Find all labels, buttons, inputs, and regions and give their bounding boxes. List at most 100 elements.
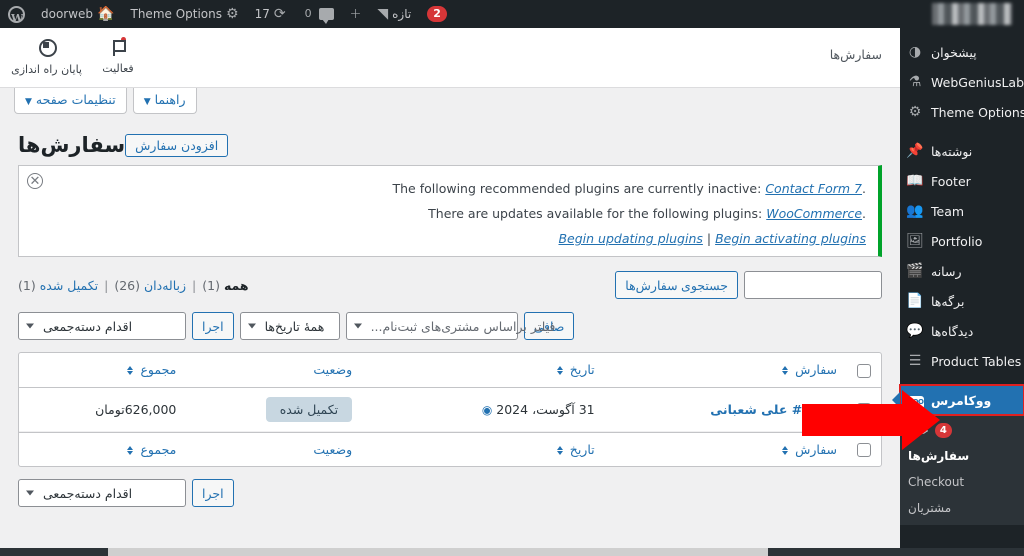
screen-options-button[interactable]: تنظیمات صفحه▼ [14, 88, 127, 114]
adminbar-theme-options[interactable]: ⚙ Theme Options [123, 0, 247, 28]
adminbar-comments[interactable]: 0 [294, 0, 342, 28]
bulk-action-select-bottom[interactable]: اقدام دسته‌جمعی [18, 479, 186, 507]
bulk-action-label: اقدام دسته‌جمعی [43, 318, 133, 334]
notice-actions: Begin updating plugins | Begin activatin… [31, 226, 866, 251]
sidebar-item-label: Product Tables [931, 353, 1022, 369]
sidebar-subitem-badge: 4 [934, 422, 952, 438]
sidebar-item-woocommerce[interactable]: WOO ووکامرس [899, 384, 1024, 416]
add-order-button[interactable]: افزودن سفارش [125, 133, 229, 157]
wizard-title: سفارش‌ها [829, 47, 882, 62]
home-icon: 🏠 [97, 6, 115, 22]
adminbar-notifications[interactable]: 2 [419, 0, 455, 28]
status-link-trash[interactable]: زباله‌دان [144, 278, 186, 293]
chevron-down-icon [26, 323, 34, 329]
status-link-all[interactable]: همه [224, 278, 249, 293]
notice-action-separator: | [706, 231, 712, 246]
cell-order: #2064 علی شعبانی [604, 388, 847, 432]
tablenav-bottom: اقدام دسته‌جمعی اجرا [18, 477, 882, 509]
sidebar-subitem-customers[interactable]: مشتریان [900, 495, 1024, 521]
sidebar-separator-1 [900, 127, 1024, 136]
date-filter-label: همهٔ تاریخ‌ها [264, 318, 325, 334]
column-header-order-label: سفارش [795, 362, 837, 378]
orders-table-foot: سفارش تاریخ وضعیت مجموع [19, 431, 881, 467]
begin-activating-plugins-link[interactable]: Begin activating plugins [715, 231, 866, 246]
date-filter-select[interactable]: همهٔ تاریخ‌ها [239, 312, 340, 340]
sidebar-subitem-orders[interactable]: سفارش‌ها [900, 443, 1024, 469]
plugin-notice: ✕ The following recommended plugins are … [18, 165, 882, 257]
adminbar-yoast-label: تازه [392, 7, 412, 21]
row-select-cell [847, 388, 881, 432]
adminbar-wp-logo[interactable] [0, 0, 33, 33]
sidebar-item-pages[interactable]: 📄 برگه‌ها [900, 286, 1024, 316]
adminbar-yoast[interactable]: تازه ◥ [369, 0, 419, 28]
status-link-completed[interactable]: تکمیل شده [40, 278, 98, 293]
sidebar-item-portfolio[interactable]: 🖼 Portfolio [900, 226, 1024, 256]
column-header-order[interactable]: سفارش [604, 353, 847, 388]
page-icon: 📄 [906, 293, 924, 309]
screen-options-label: تنظیمات صفحه [35, 92, 116, 107]
apply-bulk-action-button-bottom[interactable]: اجرا [192, 479, 234, 507]
apply-bulk-action-button-top[interactable]: اجرا [192, 312, 234, 340]
begin-updating-plugins-link[interactable]: Begin updating plugins [558, 231, 702, 246]
sidebar-item-media[interactable]: 🎬 رسانه [900, 256, 1024, 286]
adminbar-site-name[interactable]: 🏠 doorweb [33, 0, 123, 28]
help-button[interactable]: راهنما▼ [132, 88, 197, 114]
notice-line-1-text: The following recommended plugins are cu… [392, 181, 762, 196]
adminbar-updates[interactable]: ⟳ 17 [247, 0, 294, 28]
row-checkbox[interactable] [857, 402, 871, 417]
sidebar-subitem-label: سفارش‌ها [908, 449, 970, 463]
adminbar-account-blurred[interactable] [924, 0, 1024, 28]
chevron-down-icon [247, 323, 256, 329]
select-all-checkbox-bottom[interactable] [857, 443, 871, 457]
customer-filter-label: فیلتر براساس مشتری‌های ثبت‌نام... [370, 318, 556, 334]
select-all-checkbox-top[interactable] [857, 363, 871, 378]
wizard-step-finish-setup[interactable]: پایان راه اندازی [11, 39, 82, 76]
sidebar-item-team[interactable]: 👥 Team [900, 196, 1024, 226]
eye-icon[interactable]: ◉ [482, 403, 492, 417]
horizontal-scrollbar[interactable] [0, 548, 1024, 556]
dashboard-icon: ◑ [908, 44, 922, 60]
sidebar-item-product-tables[interactable]: ☰ Product Tables [900, 346, 1024, 376]
search-box: جستجوی سفارش‌ها [615, 271, 882, 299]
column-header-date[interactable]: تاریخ [362, 353, 605, 388]
users-icon: 👥 [906, 203, 924, 219]
customer-filter-select[interactable]: فیلتر براساس مشتری‌های ثبت‌نام... [345, 312, 555, 340]
scrollbar-thumb[interactable] [108, 548, 768, 556]
column-footer-order[interactable]: سفارش [604, 431, 847, 467]
admin-bar: 🏠 doorweb ⚙ Theme Options ⟳ 17 0 + تازه … [0, 0, 1024, 33]
adminbar-theme-options-label: Theme Options [130, 7, 223, 21]
bulk-action-select-top[interactable]: اقدام دسته‌جمعی [18, 312, 186, 340]
search-orders-button[interactable]: جستجوی سفارش‌ها [615, 271, 738, 299]
status-links: همه (1) | زباله‌دان (26) | تکمیل شده (1) [18, 278, 249, 293]
close-icon[interactable]: ✕ [27, 173, 43, 189]
search-input[interactable] [744, 271, 882, 299]
column-footer-total[interactable]: مجموع [19, 431, 187, 467]
column-footer-total-label: مجموع [140, 441, 177, 457]
wizard-step-activity[interactable]: فعالیت [84, 37, 152, 76]
sidebar-subitem-checkout[interactable]: Checkout [900, 469, 1024, 495]
contact-form-7-link[interactable]: Contact Form 7 [765, 181, 862, 196]
adminbar-comments-count: 0 [304, 7, 312, 20]
sidebar-item-posts[interactable]: 📌 نوشته‌ها [900, 136, 1024, 166]
order-link[interactable]: #2064 علی شعبانی [710, 402, 837, 417]
scrollbar-left-cap [0, 548, 108, 556]
sidebar-item-theme-options[interactable]: ⚙ Theme Options [900, 97, 1024, 127]
sidebar-item-label: Footer [931, 173, 971, 189]
sidebar-subitem-label: خانه [908, 423, 929, 437]
notice-line-2-text: There are updates available for the foll… [428, 206, 763, 221]
clock-icon [14, 39, 82, 62]
order-date: 31 آگوست، 2024 [496, 401, 595, 417]
sidebar-item-dashboard[interactable]: ◑ پیشخوان [900, 37, 1024, 67]
sidebar-item-comments[interactable]: 💬 دیدگاه‌ها [900, 316, 1024, 346]
column-header-status-label: وضعیت [313, 362, 353, 378]
column-footer-date[interactable]: تاریخ [362, 431, 605, 467]
list-icon: ☰ [908, 353, 922, 369]
sidebar-item-label: پیشخوان [931, 44, 977, 60]
woocommerce-link[interactable]: WooCommerce [766, 206, 862, 221]
column-header-total[interactable]: مجموع [19, 353, 187, 388]
sidebar-item-footer[interactable]: 📖 Footer [900, 166, 1024, 196]
sidebar-item-webgeniuslab[interactable]: ⚗ WebGeniusLab [900, 67, 1024, 97]
main-content: سفارش‌ها پایان راه اندازی فعالیت تنظیمات… [0, 28, 900, 556]
sidebar-subitem-home[interactable]: خانه 4 [900, 417, 1024, 443]
adminbar-new-content[interactable]: + [342, 0, 370, 28]
